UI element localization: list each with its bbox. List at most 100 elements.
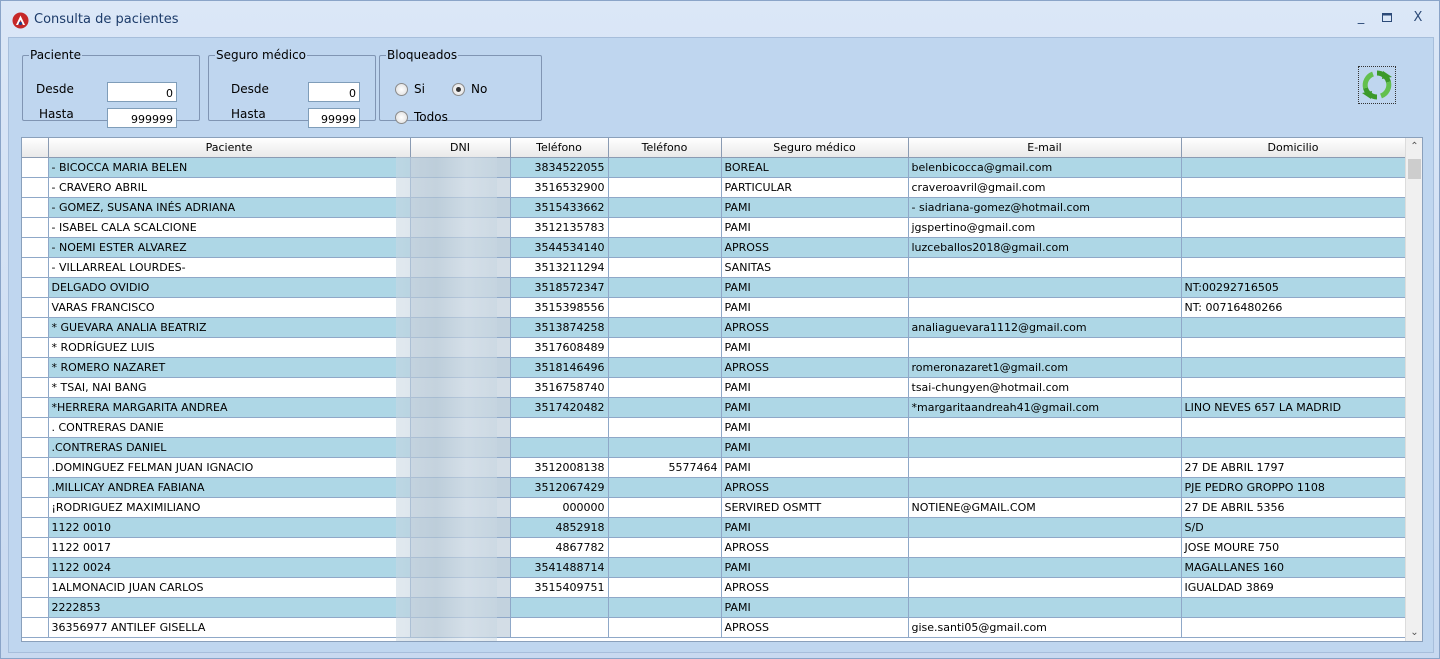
cell-seguro[interactable]: PAMI: [721, 437, 909, 458]
table-row[interactable]: - GOMEZ, SUSANA INÉS ADRIANA 3515433662 PA…: [22, 197, 1406, 218]
cell-seguro[interactable]: APROSS: [721, 617, 909, 638]
row-indicator[interactable]: [22, 297, 49, 318]
cell-paciente[interactable]: DELGADO OVIDIO: [48, 277, 411, 298]
cell-domicilio[interactable]: [1181, 617, 1406, 638]
cell-domicilio[interactable]: [1181, 177, 1406, 198]
cell-telefono-1[interactable]: 3518572347: [510, 277, 609, 298]
cell-telefono-2[interactable]: [608, 617, 722, 638]
vertical-scrollbar[interactable]: ⌃ ⌄: [1405, 138, 1422, 641]
cell-seguro[interactable]: PAMI: [721, 337, 909, 358]
cell-domicilio[interactable]: [1181, 597, 1406, 618]
cell-paciente[interactable]: VARAS FRANCISCO: [48, 297, 411, 318]
cell-dni[interactable]: [410, 377, 511, 398]
row-indicator[interactable]: [22, 157, 49, 178]
table-row[interactable]: - ISABEL CALA SCALCIONE 3512135783 PAMI jgs…: [22, 217, 1406, 238]
blocked-yes-radio[interactable]: Si: [395, 82, 425, 96]
cell-telefono-1[interactable]: 3517420482: [510, 397, 609, 418]
cell-seguro[interactable]: PAMI: [721, 217, 909, 238]
cell-telefono-1[interactable]: 3512008138: [510, 457, 609, 478]
cell-paciente[interactable]: - ISABEL CALA SCALCIONE: [48, 217, 411, 238]
cell-telefono-2[interactable]: [608, 297, 722, 318]
cell-dni[interactable]: [410, 617, 511, 638]
row-indicator[interactable]: [22, 397, 49, 418]
table-row[interactable]: 1ALMONACID JUAN CARLOS 3515409751 APROSS IG…: [22, 577, 1406, 598]
cell-dni[interactable]: [410, 417, 511, 438]
cell-telefono-1[interactable]: 3517608489: [510, 337, 609, 358]
table-row[interactable]: - CRAVERO ABRIL 3516532900 PARTICULAR crave…: [22, 177, 1406, 198]
col-header-domicilio[interactable]: Domicilio: [1181, 138, 1406, 158]
cell-paciente[interactable]: .CONTRERAS DANIEL: [48, 437, 411, 458]
cell-telefono-2[interactable]: [608, 157, 722, 178]
cell-email[interactable]: belenbicocca@gmail.com: [908, 157, 1182, 178]
cell-dni[interactable]: [410, 397, 511, 418]
cell-paciente[interactable]: .DOMINGUEZ FELMAN JUAN IGNACIO: [48, 457, 411, 478]
cell-dni[interactable]: [410, 257, 511, 278]
cell-telefono-1[interactable]: 4852918: [510, 517, 609, 538]
cell-dni[interactable]: [410, 477, 511, 498]
blocked-all-radio[interactable]: Todos: [395, 110, 448, 124]
cell-email[interactable]: [908, 517, 1182, 538]
row-indicator[interactable]: [22, 177, 49, 198]
cell-seguro[interactable]: APROSS: [721, 317, 909, 338]
cell-email[interactable]: [908, 557, 1182, 578]
cell-paciente[interactable]: * GUEVARA ANALIA BEATRIZ: [48, 317, 411, 338]
cell-telefono-2[interactable]: [608, 257, 722, 278]
table-row[interactable]: 1122 0017 4867782 APROSS JOSE MOURE 750: [22, 537, 1406, 558]
cell-telefono-2[interactable]: [608, 197, 722, 218]
cell-seguro[interactable]: SERVIRED OSMTT: [721, 497, 909, 518]
cell-domicilio[interactable]: [1181, 157, 1406, 178]
cell-seguro[interactable]: APROSS: [721, 537, 909, 558]
cell-seguro[interactable]: BOREAL: [721, 157, 909, 178]
table-row[interactable]: ¡RODRIGUEZ MAXIMILIANO 000000 SERVIRED OSM…: [22, 497, 1406, 518]
cell-domicilio[interactable]: [1181, 257, 1406, 278]
insurance-from-input[interactable]: [308, 82, 360, 102]
cell-dni[interactable]: [410, 197, 511, 218]
cell-domicilio[interactable]: NT: 00716480266: [1181, 297, 1406, 318]
row-indicator[interactable]: [22, 457, 49, 478]
cell-telefono-1[interactable]: 3516532900: [510, 177, 609, 198]
cell-seguro[interactable]: SANITAS: [721, 257, 909, 278]
cell-telefono-2[interactable]: [608, 497, 722, 518]
cell-email[interactable]: NOTIENE@GMAIL.COM: [908, 497, 1182, 518]
cell-domicilio[interactable]: [1181, 337, 1406, 358]
table-row[interactable]: .MILLICAY ANDREA FABIANA 3512067429 APROSS…: [22, 477, 1406, 498]
row-indicator[interactable]: [22, 517, 49, 538]
cell-dni[interactable]: [410, 357, 511, 378]
cell-paciente[interactable]: . CONTRERAS DANIE: [48, 417, 411, 438]
row-indicator[interactable]: [22, 237, 49, 258]
cell-seguro[interactable]: PAMI: [721, 297, 909, 318]
cell-telefono-2[interactable]: [608, 337, 722, 358]
cell-telefono-1[interactable]: 3515409751: [510, 577, 609, 598]
cell-telefono-2[interactable]: [608, 377, 722, 398]
cell-domicilio[interactable]: [1181, 377, 1406, 398]
cell-telefono-1[interactable]: 3834522055: [510, 157, 609, 178]
cell-domicilio[interactable]: NT:00292716505: [1181, 277, 1406, 298]
cell-paciente[interactable]: ¡RODRIGUEZ MAXIMILIANO: [48, 497, 411, 518]
cell-email[interactable]: [908, 457, 1182, 478]
cell-email[interactable]: romeronazaret1@gmail.com: [908, 357, 1182, 378]
cell-telefono-2[interactable]: [608, 397, 722, 418]
cell-email[interactable]: analiaguevara1112@gmail.com: [908, 317, 1182, 338]
cell-telefono-1[interactable]: 3513211294: [510, 257, 609, 278]
cell-paciente[interactable]: *HERRERA MARGARITA ANDREA: [48, 397, 411, 418]
row-indicator[interactable]: [22, 357, 49, 378]
cell-telefono-2[interactable]: [608, 517, 722, 538]
cell-telefono-1[interactable]: 3541488714: [510, 557, 609, 578]
cell-domicilio[interactable]: 27 DE ABRIL 1797: [1181, 457, 1406, 478]
cell-telefono-1[interactable]: 3518146496: [510, 357, 609, 378]
patient-to-input[interactable]: [107, 108, 177, 128]
cell-email[interactable]: [908, 277, 1182, 298]
cell-seguro[interactable]: PAMI: [721, 397, 909, 418]
cell-telefono-1[interactable]: 3516758740: [510, 377, 609, 398]
cell-telefono-2[interactable]: [608, 317, 722, 338]
cell-seguro[interactable]: PAMI: [721, 517, 909, 538]
row-indicator[interactable]: [22, 577, 49, 598]
cell-domicilio[interactable]: JOSE MOURE 750: [1181, 537, 1406, 558]
cell-telefono-2[interactable]: [608, 357, 722, 378]
row-indicator[interactable]: [22, 257, 49, 278]
cell-dni[interactable]: [410, 317, 511, 338]
col-header-seguro[interactable]: Seguro médico: [721, 138, 909, 158]
row-indicator[interactable]: [22, 597, 49, 618]
cell-paciente[interactable]: - NOEMI ESTER ALVAREZ: [48, 237, 411, 258]
cell-seguro[interactable]: PAMI: [721, 417, 909, 438]
